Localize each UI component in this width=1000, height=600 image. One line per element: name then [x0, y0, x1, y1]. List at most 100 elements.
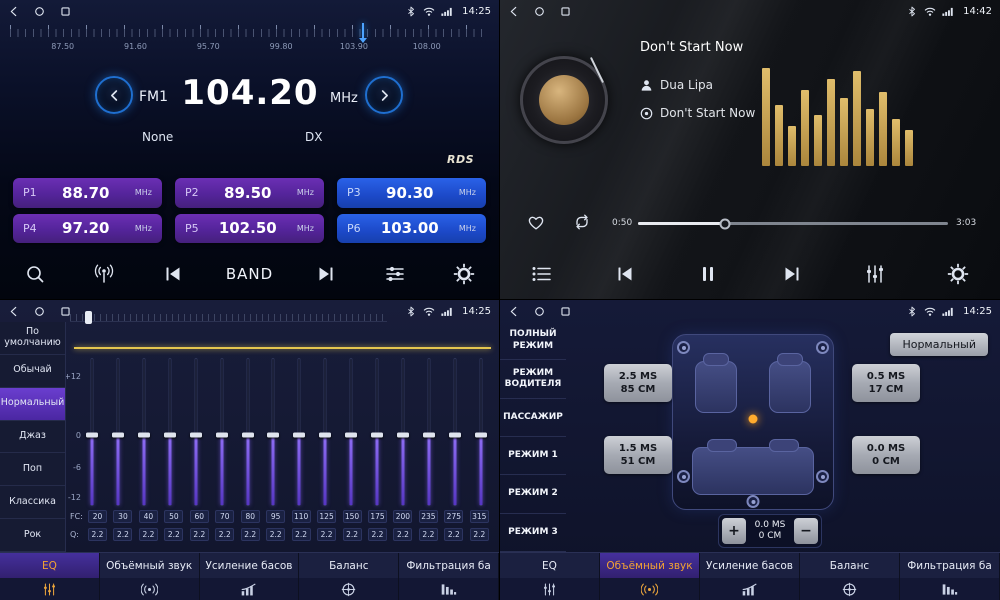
band-value: 20 — [88, 510, 107, 523]
bass-tab-icon[interactable] — [200, 578, 300, 600]
tuning-options-button[interactable] — [378, 256, 412, 292]
tab-bass[interactable]: Усиление басов — [700, 553, 800, 578]
mode-item[interactable]: РЕЖИМ 1 — [500, 437, 566, 475]
tab-balance[interactable]: Баланс — [800, 553, 900, 578]
preset-p2-button[interactable]: P2 89.50 MHz — [175, 178, 324, 208]
home-icon[interactable] — [534, 6, 545, 17]
recents-icon[interactable] — [560, 306, 571, 317]
frequency-scale[interactable]: 87.5091.6095.7099.80103.90108.00 — [10, 25, 489, 59]
eq-preset-item[interactable]: Джаз — [0, 421, 65, 454]
home-icon[interactable] — [34, 6, 45, 17]
tab-filter[interactable]: Фильтрация ба — [399, 553, 499, 578]
filter-tab-icon[interactable] — [399, 578, 499, 600]
eq-band-slider[interactable] — [293, 358, 305, 506]
mode-item[interactable]: ПАССАЖИР — [500, 399, 566, 437]
mode-item[interactable]: РЕЖИМ 2 — [500, 475, 566, 513]
eq-tab-icon[interactable] — [500, 578, 600, 600]
eq-band-slider[interactable] — [112, 358, 124, 506]
increase-button[interactable]: + — [722, 518, 746, 544]
home-icon[interactable] — [534, 306, 545, 317]
eq-preset-item[interactable]: Нормальный — [0, 388, 65, 421]
settings-button[interactable] — [447, 256, 481, 292]
recents-icon[interactable] — [560, 6, 571, 17]
spectrum-bar — [775, 105, 783, 166]
next-station-button[interactable] — [309, 256, 343, 292]
eq-band-slider[interactable] — [449, 358, 461, 506]
next-track-button[interactable] — [775, 256, 809, 292]
home-icon[interactable] — [34, 306, 45, 317]
playlist-button[interactable] — [525, 256, 559, 292]
mode-item[interactable]: РЕЖИМ 3 — [500, 514, 566, 552]
eq-preset-item[interactable]: Обычай — [0, 355, 65, 388]
tab-bass[interactable]: Усиление басов — [200, 553, 300, 578]
tab-filter[interactable]: Фильтрация ба — [900, 553, 1000, 578]
eq-band-slider[interactable] — [475, 358, 487, 506]
decrease-button[interactable]: − — [794, 518, 818, 544]
back-icon[interactable] — [508, 306, 519, 317]
delay-rear-left-button[interactable]: 1.5 MS51 CM — [604, 436, 672, 474]
back-icon[interactable] — [8, 306, 19, 317]
preset-p6-button[interactable]: P6 103.00 MHz — [337, 214, 486, 244]
surround-tab-icon[interactable] — [100, 578, 200, 600]
eq-band-slider[interactable] — [138, 358, 150, 506]
eq-tab-icon[interactable] — [0, 578, 100, 600]
q-row: Q: 2.22.22.22.22.22.22.22.22.22.22.22.22… — [70, 528, 489, 541]
preset-p3-button[interactable]: P3 90.30 MHz — [337, 178, 486, 208]
balance-tab-icon[interactable] — [800, 578, 900, 600]
eq-preset-item[interactable]: Классика — [0, 486, 65, 519]
rear-seat — [692, 447, 814, 495]
tab-eq[interactable]: EQ — [500, 553, 600, 578]
tab-surround[interactable]: Объёмный звук — [600, 553, 700, 578]
tab-balance[interactable]: Баланс — [299, 553, 399, 578]
recents-icon[interactable] — [60, 306, 71, 317]
eq-preset-item[interactable]: По умолчанию — [0, 322, 65, 355]
tune-up-button[interactable] — [365, 76, 403, 114]
preset-p4-button[interactable]: P4 97.20 MHz — [13, 214, 162, 244]
tab-eq[interactable]: EQ — [0, 553, 100, 578]
favorite-button[interactable] — [526, 212, 546, 232]
eq-band-slider[interactable] — [319, 358, 331, 506]
eq-band-slider[interactable] — [423, 358, 435, 506]
delay-front-right-button[interactable]: 0.5 MS17 CM — [852, 364, 920, 402]
eq-band-slider[interactable] — [397, 358, 409, 506]
back-icon[interactable] — [8, 6, 19, 17]
eq-band-slider[interactable] — [345, 358, 357, 506]
eq-preset-item[interactable]: Рок — [0, 519, 65, 552]
previous-station-button[interactable] — [156, 256, 190, 292]
delay-front-left-button[interactable]: 2.5 MS85 CM — [604, 364, 672, 402]
scan-button[interactable] — [18, 256, 52, 292]
bass-tab-icon[interactable] — [700, 578, 800, 600]
eq-band-slider[interactable] — [371, 358, 383, 506]
eq-band-slider[interactable] — [242, 358, 254, 506]
eq-band-slider[interactable] — [164, 358, 176, 506]
eq-band-slider[interactable] — [86, 358, 98, 506]
surround-tab-icon[interactable] — [600, 578, 700, 600]
seek-knob[interactable] — [719, 218, 730, 229]
pause-button[interactable] — [691, 256, 725, 292]
eq-preset-item[interactable]: Поп — [0, 453, 65, 486]
eq-band-slider[interactable] — [267, 358, 279, 506]
profile-button[interactable]: Нормальный — [890, 333, 988, 356]
bluetooth-icon — [405, 6, 417, 17]
broadcast-button[interactable] — [87, 256, 121, 292]
eq-band-slider[interactable] — [190, 358, 202, 506]
delay-rear-right-button[interactable]: 0.0 MS0 CM — [852, 436, 920, 474]
previous-track-button[interactable] — [608, 256, 642, 292]
tune-down-button[interactable] — [95, 76, 133, 114]
band-button[interactable]: BAND — [226, 256, 273, 292]
eq-band-slider[interactable] — [216, 358, 228, 506]
recents-icon[interactable] — [60, 6, 71, 17]
balance-tab-icon[interactable] — [299, 578, 399, 600]
repeat-button[interactable] — [572, 212, 592, 232]
equalizer-button[interactable] — [858, 256, 892, 292]
mode-item[interactable]: ПОЛНЫЙ РЕЖИМ — [500, 322, 566, 360]
tab-surround[interactable]: Объёмный звук — [100, 553, 200, 578]
back-icon[interactable] — [508, 6, 519, 17]
preset-p5-button[interactable]: P5 102.50 MHz — [175, 214, 324, 244]
mode-item[interactable]: РЕЖИМ ВОДИТЕЛЯ — [500, 360, 566, 398]
band-value: 2.2 — [241, 528, 260, 541]
filter-tab-icon[interactable] — [900, 578, 1000, 600]
preset-p1-button[interactable]: P1 88.70 MHz — [13, 178, 162, 208]
settings-button[interactable] — [941, 256, 975, 292]
seek-bar[interactable] — [638, 222, 948, 225]
